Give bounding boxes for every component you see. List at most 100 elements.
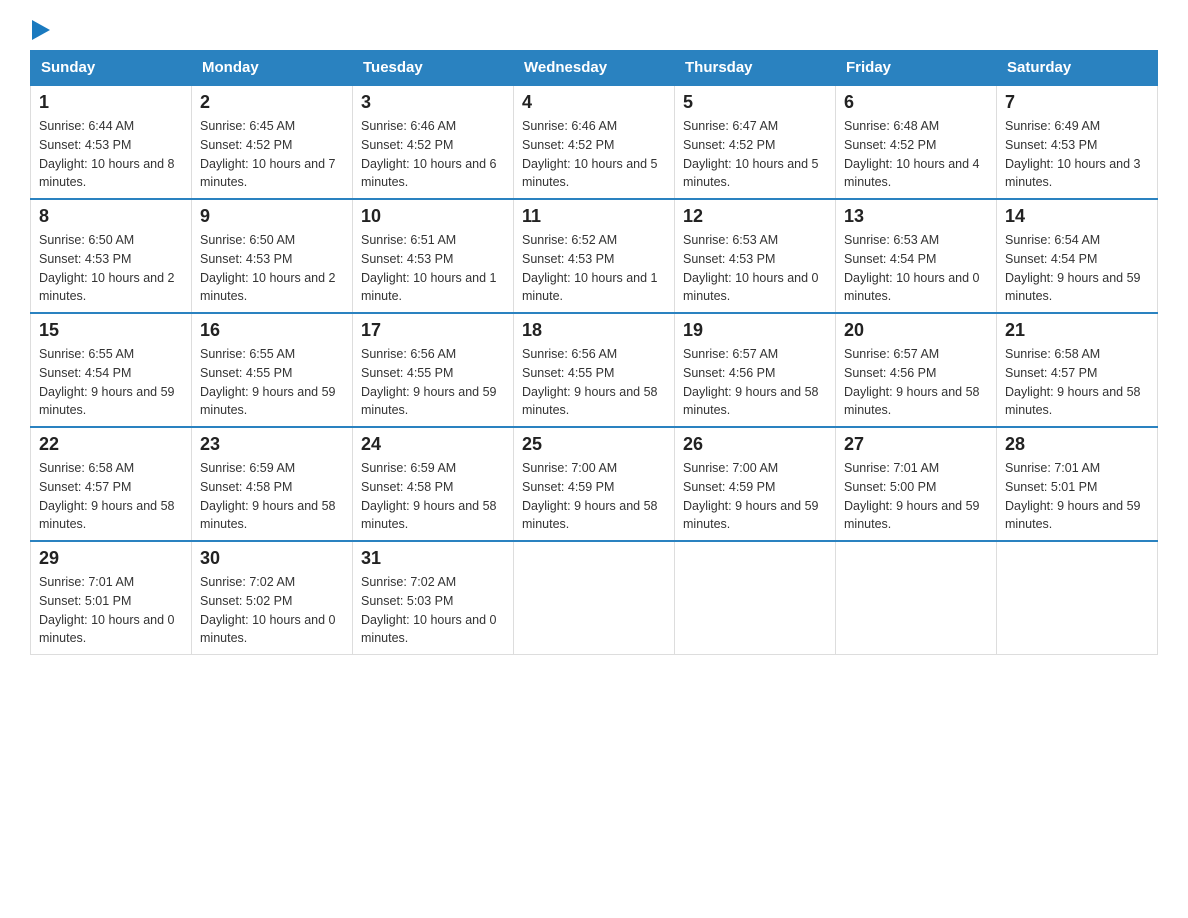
day-number: 6: [844, 92, 988, 113]
day-number: 9: [200, 206, 344, 227]
day-info: Sunrise: 6:56 AMSunset: 4:55 PMDaylight:…: [361, 347, 497, 417]
day-info: Sunrise: 6:48 AMSunset: 4:52 PMDaylight:…: [844, 119, 980, 189]
calendar-day-cell: 12 Sunrise: 6:53 AMSunset: 4:53 PMDaylig…: [675, 199, 836, 313]
calendar-week-row: 1 Sunrise: 6:44 AMSunset: 4:53 PMDayligh…: [31, 85, 1158, 199]
day-number: 8: [39, 206, 183, 227]
day-number: 4: [522, 92, 666, 113]
calendar-day-cell: 11 Sunrise: 6:52 AMSunset: 4:53 PMDaylig…: [514, 199, 675, 313]
calendar-day-cell: 28 Sunrise: 7:01 AMSunset: 5:01 PMDaylig…: [997, 427, 1158, 541]
calendar-day-cell: 9 Sunrise: 6:50 AMSunset: 4:53 PMDayligh…: [192, 199, 353, 313]
calendar-day-cell: 23 Sunrise: 6:59 AMSunset: 4:58 PMDaylig…: [192, 427, 353, 541]
day-number: 24: [361, 434, 505, 455]
day-number: 29: [39, 548, 183, 569]
day-number: 14: [1005, 206, 1149, 227]
day-number: 27: [844, 434, 988, 455]
logo: [30, 20, 50, 34]
day-info: Sunrise: 7:00 AMSunset: 4:59 PMDaylight:…: [683, 461, 819, 531]
day-info: Sunrise: 6:59 AMSunset: 4:58 PMDaylight:…: [361, 461, 497, 531]
day-number: 26: [683, 434, 827, 455]
calendar-day-cell: 31 Sunrise: 7:02 AMSunset: 5:03 PMDaylig…: [353, 541, 514, 655]
calendar-day-cell: 21 Sunrise: 6:58 AMSunset: 4:57 PMDaylig…: [997, 313, 1158, 427]
day-info: Sunrise: 6:58 AMSunset: 4:57 PMDaylight:…: [39, 461, 175, 531]
calendar-day-cell: 29 Sunrise: 7:01 AMSunset: 5:01 PMDaylig…: [31, 541, 192, 655]
weekday-header-thursday: Thursday: [675, 51, 836, 86]
calendar-day-cell: [997, 541, 1158, 655]
calendar-day-cell: [514, 541, 675, 655]
calendar-day-cell: 6 Sunrise: 6:48 AMSunset: 4:52 PMDayligh…: [836, 85, 997, 199]
day-number: 20: [844, 320, 988, 341]
day-info: Sunrise: 7:01 AMSunset: 5:01 PMDaylight:…: [39, 575, 175, 645]
day-number: 21: [1005, 320, 1149, 341]
day-number: 7: [1005, 92, 1149, 113]
day-info: Sunrise: 6:49 AMSunset: 4:53 PMDaylight:…: [1005, 119, 1141, 189]
calendar-day-cell: 8 Sunrise: 6:50 AMSunset: 4:53 PMDayligh…: [31, 199, 192, 313]
day-info: Sunrise: 6:52 AMSunset: 4:53 PMDaylight:…: [522, 233, 658, 303]
day-info: Sunrise: 6:46 AMSunset: 4:52 PMDaylight:…: [361, 119, 497, 189]
calendar-day-cell: 30 Sunrise: 7:02 AMSunset: 5:02 PMDaylig…: [192, 541, 353, 655]
day-number: 17: [361, 320, 505, 341]
day-number: 2: [200, 92, 344, 113]
day-number: 22: [39, 434, 183, 455]
day-info: Sunrise: 6:59 AMSunset: 4:58 PMDaylight:…: [200, 461, 336, 531]
calendar-day-cell: 17 Sunrise: 6:56 AMSunset: 4:55 PMDaylig…: [353, 313, 514, 427]
calendar-day-cell: 18 Sunrise: 6:56 AMSunset: 4:55 PMDaylig…: [514, 313, 675, 427]
day-info: Sunrise: 6:55 AMSunset: 4:55 PMDaylight:…: [200, 347, 336, 417]
day-info: Sunrise: 6:57 AMSunset: 4:56 PMDaylight:…: [683, 347, 819, 417]
weekday-header-sunday: Sunday: [31, 51, 192, 86]
day-number: 3: [361, 92, 505, 113]
day-info: Sunrise: 7:02 AMSunset: 5:03 PMDaylight:…: [361, 575, 497, 645]
calendar-week-row: 8 Sunrise: 6:50 AMSunset: 4:53 PMDayligh…: [31, 199, 1158, 313]
day-number: 11: [522, 206, 666, 227]
day-info: Sunrise: 6:50 AMSunset: 4:53 PMDaylight:…: [200, 233, 336, 303]
day-number: 10: [361, 206, 505, 227]
calendar-day-cell: 16 Sunrise: 6:55 AMSunset: 4:55 PMDaylig…: [192, 313, 353, 427]
day-info: Sunrise: 6:53 AMSunset: 4:53 PMDaylight:…: [683, 233, 819, 303]
logo-arrow-icon: [32, 20, 50, 40]
day-number: 31: [361, 548, 505, 569]
calendar-day-cell: 26 Sunrise: 7:00 AMSunset: 4:59 PMDaylig…: [675, 427, 836, 541]
calendar-week-row: 29 Sunrise: 7:01 AMSunset: 5:01 PMDaylig…: [31, 541, 1158, 655]
calendar-day-cell: 13 Sunrise: 6:53 AMSunset: 4:54 PMDaylig…: [836, 199, 997, 313]
day-info: Sunrise: 6:56 AMSunset: 4:55 PMDaylight:…: [522, 347, 658, 417]
day-info: Sunrise: 6:57 AMSunset: 4:56 PMDaylight:…: [844, 347, 980, 417]
day-info: Sunrise: 6:47 AMSunset: 4:52 PMDaylight:…: [683, 119, 819, 189]
calendar-day-cell: 5 Sunrise: 6:47 AMSunset: 4:52 PMDayligh…: [675, 85, 836, 199]
weekday-header-tuesday: Tuesday: [353, 51, 514, 86]
day-number: 19: [683, 320, 827, 341]
calendar-day-cell: 3 Sunrise: 6:46 AMSunset: 4:52 PMDayligh…: [353, 85, 514, 199]
day-info: Sunrise: 6:54 AMSunset: 4:54 PMDaylight:…: [1005, 233, 1141, 303]
day-number: 5: [683, 92, 827, 113]
page-header: [30, 20, 1158, 34]
calendar-day-cell: 22 Sunrise: 6:58 AMSunset: 4:57 PMDaylig…: [31, 427, 192, 541]
calendar-day-cell: 14 Sunrise: 6:54 AMSunset: 4:54 PMDaylig…: [997, 199, 1158, 313]
calendar-day-cell: 27 Sunrise: 7:01 AMSunset: 5:00 PMDaylig…: [836, 427, 997, 541]
day-info: Sunrise: 7:01 AMSunset: 5:00 PMDaylight:…: [844, 461, 980, 531]
day-info: Sunrise: 7:00 AMSunset: 4:59 PMDaylight:…: [522, 461, 658, 531]
calendar-week-row: 22 Sunrise: 6:58 AMSunset: 4:57 PMDaylig…: [31, 427, 1158, 541]
day-number: 30: [200, 548, 344, 569]
day-info: Sunrise: 6:45 AMSunset: 4:52 PMDaylight:…: [200, 119, 336, 189]
calendar-day-cell: 4 Sunrise: 6:46 AMSunset: 4:52 PMDayligh…: [514, 85, 675, 199]
day-info: Sunrise: 6:50 AMSunset: 4:53 PMDaylight:…: [39, 233, 175, 303]
calendar-day-cell: [675, 541, 836, 655]
day-info: Sunrise: 6:44 AMSunset: 4:53 PMDaylight:…: [39, 119, 175, 189]
calendar-table: SundayMondayTuesdayWednesdayThursdayFrid…: [30, 50, 1158, 655]
weekday-header-row: SundayMondayTuesdayWednesdayThursdayFrid…: [31, 51, 1158, 86]
day-info: Sunrise: 6:46 AMSunset: 4:52 PMDaylight:…: [522, 119, 658, 189]
day-number: 1: [39, 92, 183, 113]
day-info: Sunrise: 6:51 AMSunset: 4:53 PMDaylight:…: [361, 233, 497, 303]
day-number: 12: [683, 206, 827, 227]
day-number: 15: [39, 320, 183, 341]
day-number: 25: [522, 434, 666, 455]
calendar-day-cell: 15 Sunrise: 6:55 AMSunset: 4:54 PMDaylig…: [31, 313, 192, 427]
calendar-day-cell: 7 Sunrise: 6:49 AMSunset: 4:53 PMDayligh…: [997, 85, 1158, 199]
calendar-day-cell: 24 Sunrise: 6:59 AMSunset: 4:58 PMDaylig…: [353, 427, 514, 541]
day-info: Sunrise: 7:01 AMSunset: 5:01 PMDaylight:…: [1005, 461, 1141, 531]
day-number: 28: [1005, 434, 1149, 455]
day-number: 23: [200, 434, 344, 455]
calendar-day-cell: [836, 541, 997, 655]
day-number: 18: [522, 320, 666, 341]
weekday-header-friday: Friday: [836, 51, 997, 86]
calendar-day-cell: 25 Sunrise: 7:00 AMSunset: 4:59 PMDaylig…: [514, 427, 675, 541]
day-number: 13: [844, 206, 988, 227]
